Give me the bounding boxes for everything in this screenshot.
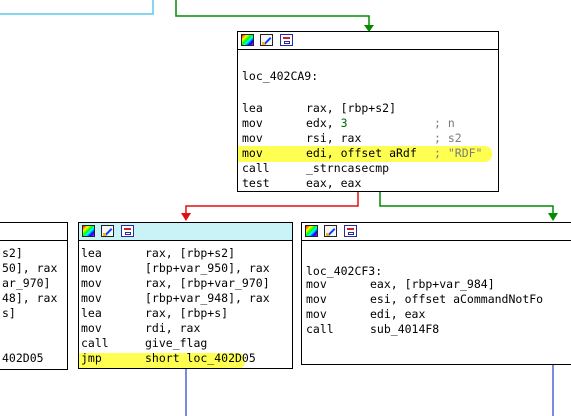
instruction-operands: [rbp+var_948], rax <box>145 291 270 305</box>
edit-pencil-icon[interactable] <box>324 225 337 237</box>
instruction-mnemonic: mov <box>306 277 327 291</box>
immediate-value: 3 <box>340 116 348 130</box>
node-loc-402ca9[interactable]: loc_402CA9: lea rax, [rbp+s2] mov edx, 3; nm… <box>237 31 499 192</box>
instruction-mnemonic: mov <box>81 321 102 335</box>
instruction-line[interactable]: test eax, eax <box>238 176 498 191</box>
edge-green-top <box>175 0 370 27</box>
block-label[interactable]: loc_402CF3: <box>306 264 382 278</box>
instruction-operands: rax, [rbp+s2] <box>306 101 397 115</box>
arrow-red <box>181 213 191 221</box>
instruction-operands: rax, [rbp+var_970] <box>145 276 270 290</box>
instruction-line[interactable]: mov rsi, rax ; s2 <box>238 131 498 146</box>
color-palette-icon[interactable] <box>305 225 318 237</box>
graph-view-icon[interactable] <box>280 34 293 46</box>
instruction-operands: rdi, rax <box>145 321 201 335</box>
node-loc-402cf3[interactable]: loc_402CF3: mov eax, [rbp+var_984] mov esi, … <box>301 222 571 365</box>
node-right-header <box>302 223 571 241</box>
instruction-operands: short loc_402CF3 <box>306 191 417 192</box>
instruction-mnemonic: call <box>81 336 109 350</box>
instruction-operands: rax, [rbp+s2] <box>145 246 236 260</box>
instruction-operands: _strncasecmp <box>306 161 390 175</box>
edge-cyan-top <box>0 0 154 15</box>
instruction-line[interactable]: lea rax, [rbp+s] <box>79 306 292 321</box>
edit-pencil-icon[interactable] <box>101 225 114 237</box>
instruction-mnemonic: mov <box>81 291 102 305</box>
arrow-green-right <box>548 213 558 221</box>
instruction-line[interactable]: lea rax, [rbp+s2] <box>238 101 498 116</box>
instruction-operands: sub_4014F8 <box>370 322 440 336</box>
node-mid-header <box>79 223 292 241</box>
instruction-fragment[interactable]: 402D05 <box>2 351 44 366</box>
instruction-operands: edi, offset aRdf <box>306 146 417 160</box>
instruction-mnemonic: jmp <box>81 351 102 365</box>
instruction-operands: esi, offset aCommandNotFo <box>370 292 544 306</box>
color-palette-icon[interactable] <box>82 225 95 237</box>
instruction-operands: eax, eax <box>306 176 362 190</box>
instruction-line[interactable]: call _strncasecmp <box>238 161 498 176</box>
instruction-line[interactable]: jnz short loc_402CF3 <box>238 191 499 192</box>
instruction-mnemonic: test <box>242 176 270 190</box>
instruction-mnemonic: jnz <box>242 191 263 192</box>
node-left[interactable]: s2] 50], rax ar_970] 48], rax s] 402D05 <box>0 222 68 370</box>
edge-red <box>185 192 359 215</box>
instruction-fragment[interactable]: ar_970] <box>2 276 50 291</box>
instruction-line[interactable]: jmp short loc_402D05 <box>79 351 292 366</box>
edge-green-right <box>379 192 554 215</box>
instruction-fragment[interactable]: 50], rax <box>2 261 57 276</box>
instruction-operands: rsi, rax <box>306 131 362 145</box>
instruction-line[interactable]: call sub_4014F8 <box>302 322 571 337</box>
instruction-line[interactable]: mov rax, [rbp+var_970] <box>79 276 292 291</box>
instruction-mnemonic: mov <box>306 307 327 321</box>
graph-view-icon[interactable] <box>121 225 134 237</box>
instruction-operands: [rbp+var_950], rax <box>145 261 270 275</box>
instruction-line[interactable]: lea rax, [rbp+s2] <box>79 246 292 261</box>
node-give-flag-block[interactable]: lea rax, [rbp+s2] mov [rbp+var_950], rax mov… <box>78 222 293 369</box>
instruction-fragment[interactable]: s2] <box>2 246 23 261</box>
instruction-mnemonic: mov <box>81 276 102 290</box>
instruction-mnemonic: lea <box>242 101 263 115</box>
instruction-comment: ; s2 <box>434 131 462 145</box>
instruction-line[interactable]: mov esi, offset aCommandNotFo <box>302 292 571 307</box>
instruction-operands: short loc_402D05 <box>145 351 256 365</box>
instruction-line[interactable]: mov edx, 3 ; n <box>238 116 498 131</box>
instruction-line[interactable]: mov eax, [rbp+var_984] <box>302 277 571 292</box>
instruction-comment: ; "RDF" <box>434 146 483 160</box>
instruction-mnemonic: lea <box>81 246 102 260</box>
color-palette-icon[interactable] <box>241 34 254 46</box>
block-label[interactable]: loc_402CA9: <box>242 69 318 83</box>
instruction-line[interactable]: mov rdi, rax <box>79 321 292 336</box>
instruction-operands: give_flag <box>145 336 208 350</box>
node-left-header <box>0 223 67 241</box>
instruction-mnemonic: mov <box>242 146 263 160</box>
node-main-header <box>238 32 498 50</box>
instruction-mnemonic: mov <box>242 116 263 130</box>
edit-pencil-icon[interactable] <box>260 34 273 46</box>
instruction-line[interactable]: call give_flag <box>79 336 292 351</box>
instruction-operands: edi, eax <box>370 307 426 321</box>
instruction-line[interactable]: mov [rbp+var_948], rax <box>79 291 292 306</box>
instruction-operands: edx, 3 <box>306 116 348 130</box>
instruction-mnemonic: mov <box>306 292 327 306</box>
graph-view-icon[interactable] <box>344 225 357 237</box>
instruction-mnemonic: mov <box>242 131 263 145</box>
instruction-line[interactable]: mov edi, offset aRdf ; "RDF" <box>238 146 498 161</box>
instruction-mnemonic: call <box>242 161 270 175</box>
instruction-comment: ; n <box>434 116 455 130</box>
instruction-fragment[interactable]: 48], rax <box>2 291 57 306</box>
instruction-line[interactable]: mov edi, eax <box>302 307 571 322</box>
instruction-operands: eax, [rbp+var_984] <box>370 277 495 291</box>
instruction-fragment[interactable]: s] <box>2 306 16 321</box>
instruction-mnemonic: call <box>306 322 334 336</box>
instruction-mnemonic: mov <box>81 261 102 275</box>
instruction-mnemonic: lea <box>81 306 102 320</box>
instruction-operands: rax, [rbp+s] <box>145 306 229 320</box>
instruction-line[interactable]: mov [rbp+var_950], rax <box>79 261 292 276</box>
